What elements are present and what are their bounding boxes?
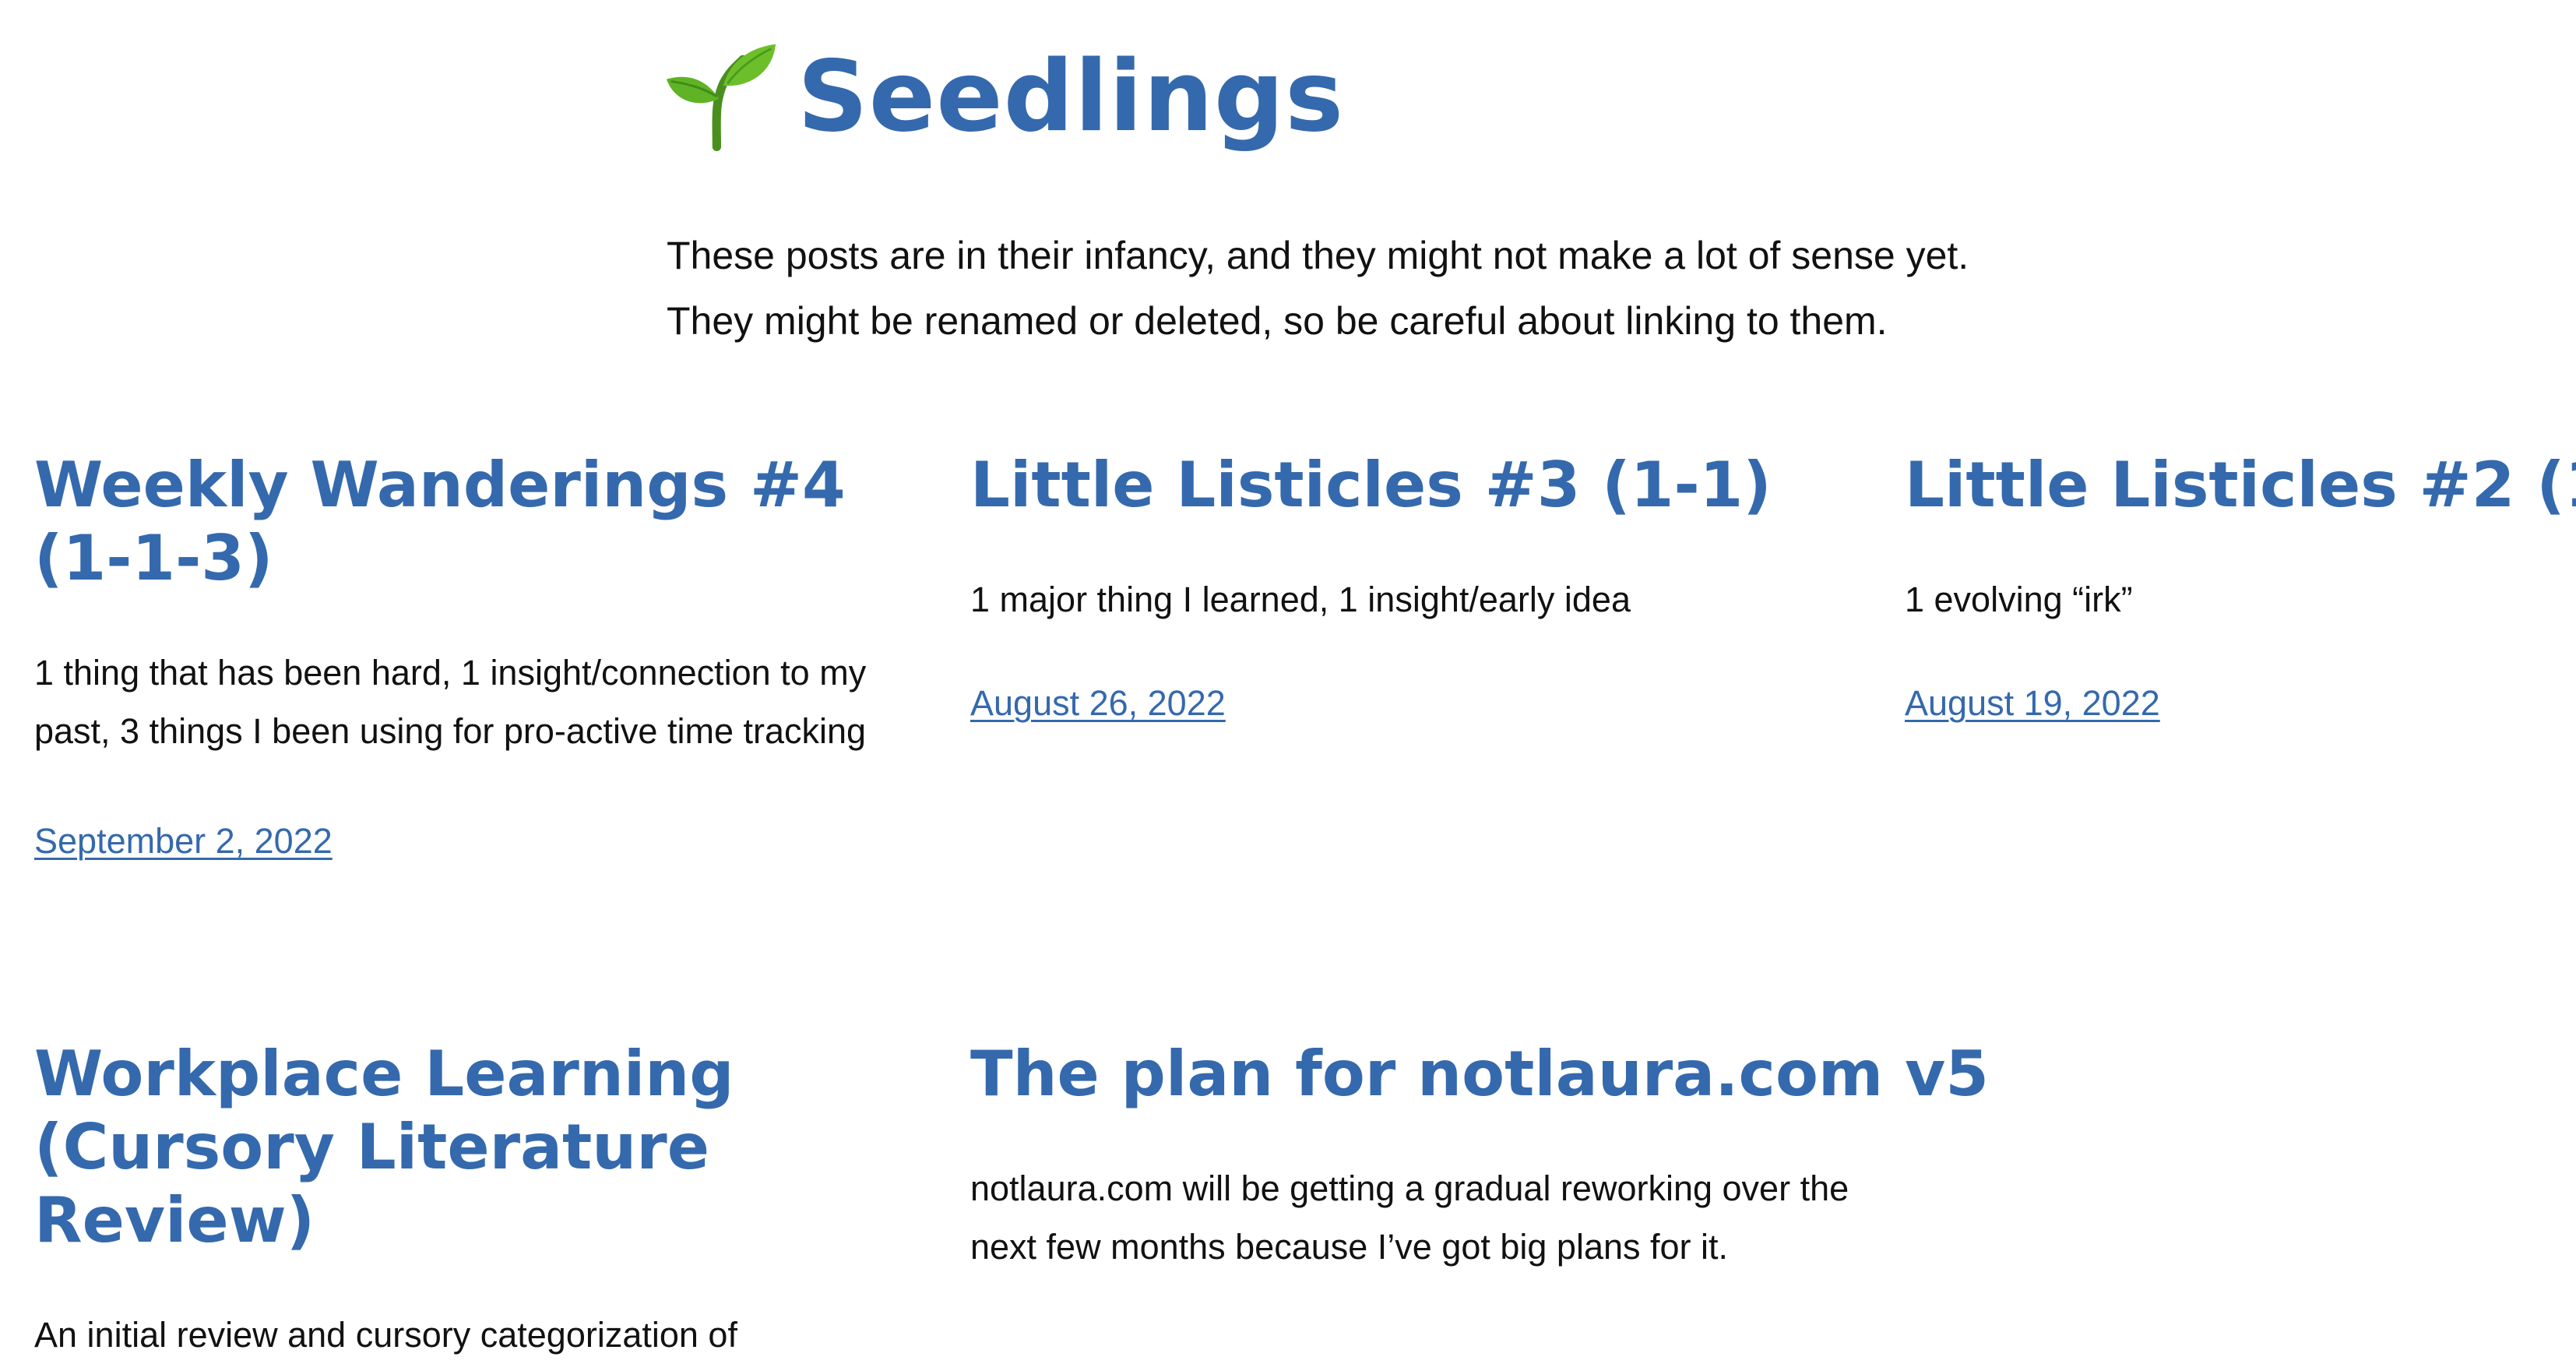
post-card: Little Listicles #2 (1) 1 evolving “irk”… (1905, 449, 2576, 724)
intro-line: These posts are in their infancy, and th… (667, 234, 1969, 277)
post-card: Workplace Learning (Cursory Literature R… (34, 1038, 945, 1364)
post-title[interactable]: Little Listicles #2 (1) (1905, 449, 2576, 522)
post-description: notlaura.com will be getting a gradual r… (970, 1168, 1849, 1267)
title-row: Seedlings (667, 34, 2224, 159)
post-card: Weekly Wanderings #4 (1-1-3) 1 thing tha… (34, 449, 945, 862)
post-card: The plan for notlaura.com v5 notlaura.co… (970, 1038, 1989, 1276)
post-title[interactable]: Workplace Learning (Cursory Literature R… (34, 1038, 945, 1257)
post-date-link[interactable]: August 19, 2022 (1905, 683, 2160, 724)
post-date-link[interactable]: August 26, 2022 (970, 683, 1226, 724)
intro-line: They might be renamed or deleted, so be … (667, 299, 1888, 343)
seedling-icon (667, 44, 776, 151)
post-title[interactable]: The plan for notlaura.com v5 (970, 1038, 1989, 1111)
post-card: Little Listicles #3 (1-1) 1 major thing … (970, 449, 1889, 724)
post-description: 1 thing that has been hard, 1 insight/co… (34, 653, 867, 751)
post-title[interactable]: Little Listicles #3 (1-1) (970, 449, 1889, 522)
intro-text: These posts are in their infancy, and th… (667, 223, 2224, 354)
page-header: Seedlings These posts are in their infan… (667, 34, 2224, 354)
post-title[interactable]: Weekly Wanderings #4 (1-1-3) (34, 449, 945, 595)
page-title: Seedlings (797, 39, 1345, 153)
post-description: 1 evolving “irk” (1905, 580, 2133, 619)
post-date-link[interactable]: September 2, 2022 (34, 821, 333, 862)
post-description: 1 major thing I learned, 1 insight/early… (970, 580, 1631, 619)
post-description: An initial review and cursory categoriza… (34, 1315, 737, 1355)
